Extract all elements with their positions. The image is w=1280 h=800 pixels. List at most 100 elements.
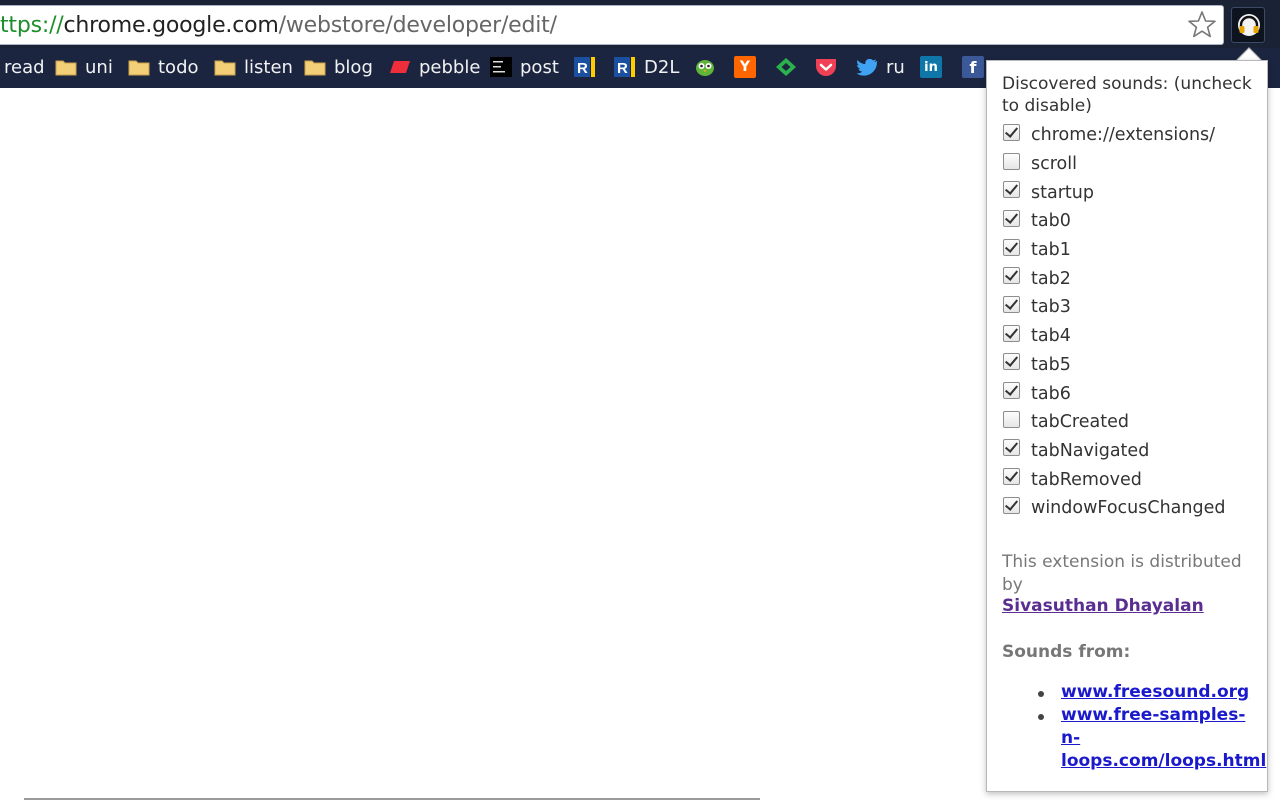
sounds-from-label: Sounds from: [1002,642,1130,662]
bookmark-d2l[interactable]: R D2L [614,48,679,86]
popup-title: Discovered sounds: (uncheck to disable) [1002,73,1264,117]
bookmark-linkedin[interactable]: in [920,48,942,86]
sound-option[interactable]: tab2 [1003,264,1225,293]
sound-option[interactable]: tab3 [1003,293,1225,322]
sound-label: tabCreated [1031,412,1129,432]
sound-checkbox[interactable] [1003,181,1020,198]
sound-option[interactable]: tab6 [1003,379,1225,408]
author-link[interactable]: Sivasuthan Dhayalan [1002,596,1204,616]
sound-option[interactable]: tabRemoved [1003,465,1225,494]
sound-checkbox[interactable] [1003,382,1020,399]
sound-label: tabNavigated [1031,441,1149,461]
sound-label: scroll [1031,154,1077,174]
url-text[interactable]: ttps://chrome.google.com/webstore/develo… [0,13,557,38]
bookmark-feedly[interactable] [775,48,805,86]
distribution-text: This extension is distributed by [1002,551,1264,597]
sound-option[interactable]: tab0 [1003,207,1225,236]
sound-checkbox[interactable] [1003,153,1020,170]
bookmark-label: D2L [644,57,679,78]
sound-checkbox[interactable] [1003,239,1020,256]
bookmark-folder-uni[interactable]: uni [55,48,113,86]
extension-headphones-button[interactable] [1231,7,1265,43]
bookmark-label: read [4,57,45,78]
sound-checkbox[interactable] [1003,468,1020,485]
sound-checkbox[interactable] [1003,210,1020,227]
bookmark-label: uni [85,57,113,78]
sound-checkbox[interactable] [1003,267,1020,284]
sound-option[interactable]: scroll [1003,150,1225,179]
bookmark-post[interactable]: post [490,48,559,86]
bookmark-folder-blog[interactable]: blog [304,48,373,86]
sound-label: windowFocusChanged [1031,498,1225,518]
twitter-icon [856,57,878,77]
url-path: /webstore/developer/edit/ [279,13,557,38]
post-icon [490,57,512,77]
browser-toolbar: ttps://chrome.google.com/webstore/develo… [0,0,1280,48]
sound-label: tab2 [1031,269,1071,289]
r-icon: R [574,57,596,77]
pebble-icon [389,57,411,77]
linkedin-icon: in [920,56,942,78]
sound-option[interactable]: tab4 [1003,322,1225,351]
address-bar[interactable]: ttps://chrome.google.com/webstore/develo… [0,5,1224,45]
free-samples-link[interactable]: www.free-samples-n-loops.com/loops.html [1032,704,1262,773]
sound-option[interactable]: tab1 [1003,236,1225,265]
freesound-link[interactable]: www.freesound.org [1032,681,1262,704]
sound-option[interactable]: tabCreated [1003,408,1225,437]
sound-label: tab1 [1031,240,1071,260]
sound-checkbox[interactable] [1003,497,1020,514]
bookmark-folder-listen[interactable]: listen [214,48,293,86]
sound-option[interactable]: windowFocusChanged [1003,494,1225,523]
headphones-icon [1236,13,1262,37]
sound-label: tab5 [1031,355,1071,375]
sound-checkbox[interactable] [1003,353,1020,370]
extension-popup: Discovered sounds: (uncheck to disable) … [986,60,1268,792]
sound-label: startup [1031,183,1094,203]
bookmark-y[interactable]: Y [734,48,756,86]
bookmark-r[interactable]: R [574,48,604,86]
r-icon: R [614,57,636,77]
bookmark-owl[interactable] [694,48,724,86]
owl-icon [694,57,716,77]
svg-text:R: R [617,60,628,77]
folder-icon [304,57,326,77]
sound-label: tabRemoved [1031,470,1142,490]
url-host: chrome.google.com [64,13,279,38]
bookmark-twitter-ru[interactable]: ru [856,48,905,86]
folder-icon [55,57,77,77]
bookmark-label: listen [244,57,293,78]
sound-label: tab0 [1031,211,1071,231]
bookmark-facebook[interactable]: f [962,48,984,86]
bookmark-label: blog [334,57,373,78]
folder-icon [128,57,150,77]
sound-label: tab3 [1031,297,1071,317]
y-icon: Y [734,56,756,78]
bookmark-read[interactable]: read [4,48,45,86]
sound-option[interactable]: chrome://extensions/ [1003,121,1225,150]
sound-checkbox[interactable] [1003,124,1020,141]
sound-label: tab6 [1031,384,1071,404]
facebook-icon: f [962,56,984,78]
feedly-icon [775,57,797,77]
bookmark-star-icon[interactable] [1187,10,1217,40]
sound-option[interactable]: tab5 [1003,351,1225,380]
sound-checkbox[interactable] [1003,439,1020,456]
sound-option[interactable]: startup [1003,178,1225,207]
bookmark-pebble[interactable]: pebble [389,48,480,86]
bookmark-pocket[interactable] [815,48,845,86]
bookmark-label: post [520,57,559,78]
sound-label: chrome://extensions/ [1031,125,1215,145]
bookmark-label: ru [886,57,905,78]
folder-icon [214,57,236,77]
sound-list: chrome://extensions/scroll startup tab0 tab… [1003,121,1225,523]
sound-option[interactable]: tabNavigated [1003,437,1225,466]
bookmark-folder-todo[interactable]: todo [128,48,199,86]
sound-checkbox[interactable] [1003,296,1020,313]
sound-label: tab4 [1031,326,1071,346]
sound-source-list: www.freesound.org www.free-samples-n-loo… [1032,681,1262,773]
sound-checkbox[interactable] [1003,411,1020,428]
url-scheme: ttps:// [0,13,64,38]
pocket-icon [815,57,837,77]
sound-checkbox[interactable] [1003,325,1020,342]
bookmark-label: todo [158,57,199,78]
